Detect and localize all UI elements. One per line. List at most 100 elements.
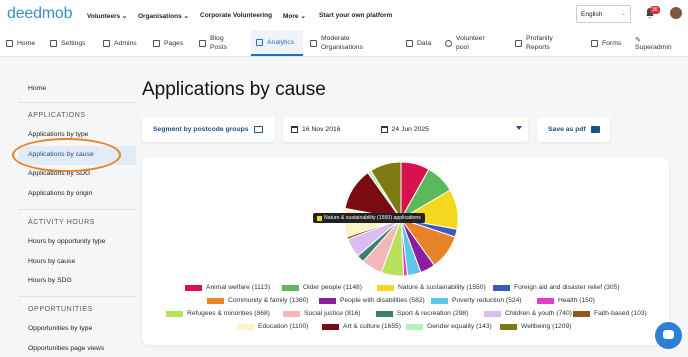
divider [18,296,136,297]
legend-swatch [484,310,501,317]
admin-nav: Home Settings Admins Pages Blog Posts An… [0,30,688,57]
report-icon [515,39,522,47]
divider [18,209,136,210]
sidebar-item-opportunities-by-type[interactable]: Opportunities by type [28,325,92,332]
legend-item[interactable]: Wellbeing (1209) [500,323,571,330]
sidebar-item-hours-by-opportunity-type[interactable]: Hours by opportunity type [28,238,105,245]
legend-label: Art & culture (1655) [343,323,401,330]
legend-swatch [185,284,202,291]
legend-swatch [282,284,299,291]
settings-icon [50,39,57,47]
tooltip-text: Nature & sustainability (1550) applicati… [324,215,421,221]
logo[interactable]: deedmob [7,5,73,23]
notification-badge: 36 [650,6,660,14]
legend-item[interactable]: Nature & sustainability (1550) [377,284,486,291]
tab-forms[interactable]: Forms [591,30,621,56]
segment-label: Segment by postcode groups [153,126,249,133]
nav-volunteers[interactable]: Volunteers ⌄ [87,12,127,20]
legend-item[interactable]: Foreign aid and disaster relief (305) [493,284,620,291]
legend-label: Poverty reduction (524) [452,297,522,304]
legend-item[interactable]: Poverty reduction (524) [431,297,522,304]
blog-icon [199,39,206,47]
tab-settings[interactable]: Settings [50,30,86,56]
forms-icon [591,39,598,47]
date-range-picker[interactable]: 16 Nov 2016 24 Jun 2025 [283,117,528,142]
legend-swatch [500,323,517,330]
calendar-icon [380,126,388,133]
tooltip-swatch [317,215,322,221]
legend-item[interactable]: Sport & recreation (298) [376,310,468,317]
legend-item[interactable]: Community & family (1360) [207,297,309,304]
legend-item[interactable]: Gender equality (143) [406,323,492,330]
home-icon [6,39,13,47]
nav-corporate-volunteering[interactable]: Corporate Volunteering [200,12,272,19]
chat-button[interactable] [655,322,682,349]
calendar-icon [291,126,298,133]
legend-item[interactable]: People with disabilities (582) [319,297,425,304]
tab-moderate-organisations[interactable]: Moderate Organisations [310,30,381,56]
sidebar-item-applications-by-type[interactable]: Applications by type [28,131,88,138]
group-icon [253,126,263,133]
legend-swatch [573,310,590,317]
nav-start-platform[interactable]: Start your own platform [319,12,392,19]
legend-label: Social justice (816) [304,310,361,317]
legend-label: Refugees & minorities (868) [187,310,270,317]
legend-item[interactable]: Animal welfare (1113) [185,284,270,291]
sidebar-item-opportunities-page-views[interactable]: Opportunities page views [28,345,104,352]
language-select[interactable]: English ⌄ [576,5,631,23]
sidebar-item-applications-by-origin[interactable]: Applications by origin [28,190,92,197]
legend-label: Older people (1148) [303,284,362,291]
legend-row: Animal welfare (1113) Older people (1148)… [142,284,669,294]
data-icon [406,39,413,47]
date-from[interactable]: 16 Nov 2016 [302,126,341,133]
tab-home[interactable]: Home [6,30,35,56]
tab-blog-posts[interactable]: Blog Posts [199,30,234,56]
legend-row: Education (1100) Art & culture (1655) Gend… [142,323,669,333]
legend-swatch [237,323,254,330]
nav-more[interactable]: More ⌄ [283,12,306,20]
legend-item[interactable]: Faith-based (103) [573,310,647,317]
tab-volunteer-pool[interactable]: Volunteer pool [445,30,494,56]
tab-admins[interactable]: Admins [103,30,137,56]
legend-item[interactable]: Children & youth (740) [484,310,572,317]
nav-organisations[interactable]: Organisations ⌄ [138,12,189,20]
legend-swatch [537,297,554,304]
tab-analytics[interactable]: Analytics [251,30,303,56]
legend-swatch [322,323,339,330]
legend-swatch [319,297,336,304]
sidebar-item-hours-by-cause[interactable]: Hours by cause [28,258,75,265]
legend-swatch [166,310,183,317]
tab-pages[interactable]: Pages [153,30,183,56]
sidebar-item-hours-by-sdg[interactable]: Hours by SDG [28,277,72,284]
avatar[interactable] [670,7,682,19]
legend-label: Gender equality (143) [427,323,492,330]
legend-label: Faith-based (103) [594,310,647,317]
language-value: English [581,11,603,18]
legend-item[interactable]: Social justice (816) [283,310,361,317]
search-icon [445,39,452,47]
legend-row: Refugees & minorities (868) Social justic… [142,310,669,320]
legend-item[interactable]: Art & culture (1655) [322,323,401,330]
tab-data[interactable]: Data [406,30,431,56]
legend-item[interactable]: Refugees & minorities (868) [166,310,270,317]
legend-item[interactable]: Health (150) [537,297,595,304]
legend-swatch [493,284,510,291]
sidebar-heading-opportunities: OPPORTUNITIES [28,306,93,313]
legend-label: Nature & sustainability (1550) [398,284,486,291]
tab-superadmin[interactable]: ✎ Superadmin [635,30,672,56]
date-to[interactable]: 24 Jun 2025 [392,126,429,133]
legend-label: Education (1100) [258,323,309,330]
sidebar-heading-activity-hours: ACTIVITY HOURS [28,219,96,226]
legend-item[interactable]: Older people (1148) [282,284,362,291]
segment-button[interactable]: Segment by postcode groups [142,117,275,142]
chat-icon [663,330,674,339]
legend-swatch [377,284,394,291]
chart-card: Animal welfare (1113) Older people (1148)… [142,157,669,345]
legend-item[interactable]: Education (1100) [237,323,308,330]
sidebar-item-home[interactable]: Home [28,85,46,92]
chart-tooltip: Nature & sustainability (1550) applicati… [313,213,425,223]
tab-profanity-reports[interactable]: Profanity Reports [515,30,568,56]
legend-label: People with disabilities (582) [340,297,425,304]
save-pdf-button[interactable]: Save as pdf [537,117,610,142]
legend-label: Animal welfare (1113) [206,284,271,291]
